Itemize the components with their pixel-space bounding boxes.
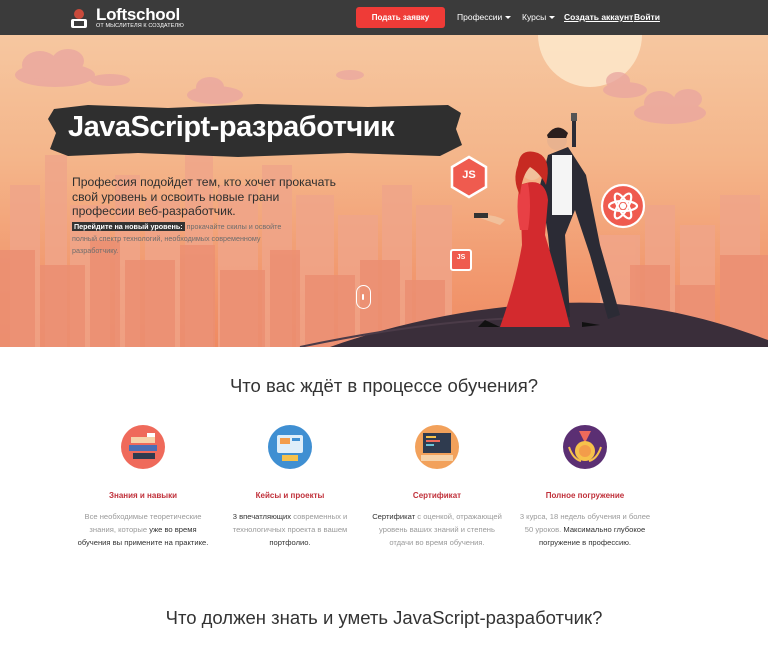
create-account-link[interactable]: Создать аккаунт bbox=[564, 12, 633, 22]
js-small-badge-label: JS bbox=[456, 254, 466, 261]
projects-icon bbox=[268, 425, 312, 469]
nav-professions-label: Профессии bbox=[457, 12, 503, 22]
chevron-down-icon bbox=[505, 16, 512, 20]
hero-title: JavaScript-разработчик bbox=[68, 111, 395, 143]
logo-name: Loftschool bbox=[96, 5, 180, 24]
chevron-down-icon bbox=[549, 16, 556, 20]
medal-icon bbox=[563, 425, 607, 469]
feature-projects: Кейсы и проекты 3 впечатляющих современн… bbox=[220, 425, 360, 549]
feature-text: 3 курса, 18 недель обучения и более 50 у… bbox=[515, 510, 655, 549]
characters-illustration bbox=[474, 113, 620, 327]
feature-text-bold: портфолио. bbox=[269, 538, 311, 547]
js-badge-label: JS bbox=[462, 169, 476, 181]
feature-text-bold: 3 впечатляющих bbox=[232, 512, 292, 521]
login-link[interactable]: Войти bbox=[634, 12, 660, 22]
scroll-down-indicator[interactable] bbox=[356, 285, 371, 309]
feature-knowledge: Знания и навыки Все необходимые теоретич… bbox=[73, 425, 213, 549]
feature-title: Кейсы и проекты bbox=[255, 491, 325, 500]
feature-text: Все необходимые теоретические знания, ко… bbox=[73, 510, 213, 549]
feature-text-bold: Сертификат bbox=[372, 512, 416, 521]
knowledge-icon bbox=[121, 425, 165, 469]
feature-immersion: Полное погружение 3 курса, 18 недель обу… bbox=[515, 425, 655, 549]
hero-subtext: Перейдите на новый уровень: прокачайте с… bbox=[72, 221, 292, 257]
nav-professions[interactable]: Профессии bbox=[457, 12, 512, 22]
feature-text: Сертификат с оценкой, отражающей уровень… bbox=[367, 510, 507, 549]
logo-tagline: ОТ МЫСЛИТЕЛЯ К СОЗДАТЕЛЮ bbox=[96, 23, 184, 29]
feature-certificate: Сертификат Сертификат с оценкой, отражаю… bbox=[367, 425, 507, 549]
certificate-icon bbox=[415, 425, 459, 469]
feature-text: 3 впечатляющих современных и технологичн… bbox=[220, 510, 360, 549]
nav-courses[interactable]: Курсы bbox=[522, 12, 556, 22]
react-logo bbox=[600, 183, 646, 229]
top-navbar: Loftschool ОТ МЫСЛИТЕЛЯ К СОЗДАТЕЛЮ Пода… bbox=[0, 0, 768, 35]
feature-title: Знания и навыки bbox=[108, 491, 178, 500]
feature-title: Сертификат bbox=[412, 491, 462, 500]
skills-section-title: Что должен знать и уметь JavaScript-разр… bbox=[165, 607, 603, 628]
learning-section-title: Что вас ждёт в процессе обучения? bbox=[229, 375, 539, 396]
hero-description: Профессия подойдет тем, кто хочет прокач… bbox=[72, 175, 337, 218]
hero-subtext-highlight: Перейдите на новый уровень: bbox=[72, 222, 185, 231]
feature-title: Полное погружение bbox=[545, 491, 625, 500]
nav-courses-label: Курсы bbox=[522, 12, 547, 22]
logo-icon bbox=[71, 9, 87, 28]
hero-banner: JavaScript-разработчик JS JS Профессия п… bbox=[0, 35, 768, 347]
apply-button[interactable]: Подать заявку bbox=[356, 7, 445, 28]
